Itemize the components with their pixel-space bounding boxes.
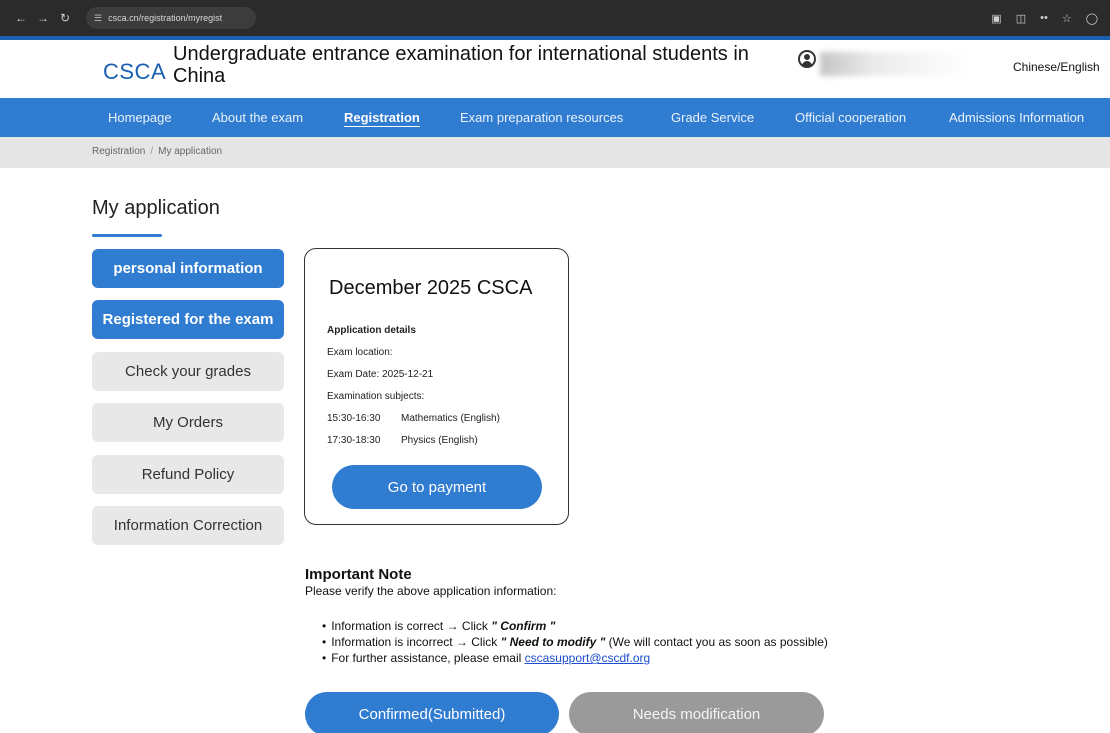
- details-header: Application details: [327, 325, 416, 336]
- nav-item-registration[interactable]: Registration: [344, 98, 420, 137]
- side-menu-personal-information[interactable]: personal information: [92, 249, 284, 288]
- subject-row: 15:30-16:30 Mathematics (English): [327, 408, 500, 430]
- note-list: Information is correct → Click " Confirm…: [322, 618, 828, 666]
- card-title: December 2025 CSCA: [329, 277, 533, 299]
- main-nav: Homepage About the exam Registration Exa…: [0, 98, 1110, 137]
- site-info-icon[interactable]: ☰: [94, 13, 102, 24]
- note-action: " Need to modify ": [500, 635, 606, 649]
- browser-toolbar: ← → ↻ ☰ csca.cn/registration/myregist ▣ …: [0, 0, 1110, 36]
- extension-icon[interactable]: ◫: [1016, 12, 1026, 25]
- note-text: Information is correct → Click: [331, 619, 492, 633]
- subject-name: Physics (English): [401, 435, 478, 446]
- subject-name: Mathematics (English): [401, 413, 500, 424]
- translate-icon[interactable]: ▣: [991, 12, 1001, 25]
- blurred-user-name: [820, 52, 970, 76]
- note-text: Information is incorrect → Click: [331, 635, 501, 649]
- note-text: (We will contact you as soon as possible…: [605, 635, 828, 649]
- address-bar[interactable]: ☰ csca.cn/registration/myregist: [86, 7, 256, 29]
- breadcrumb: Registration / My application: [92, 146, 222, 157]
- note-text: For further assistance, please email: [331, 651, 525, 665]
- profile-icon[interactable]: ◯: [1086, 12, 1098, 25]
- bookmark-star-icon[interactable]: ☆: [1062, 12, 1072, 25]
- list-item: Information is incorrect → Click " Need …: [322, 634, 828, 650]
- subject-time: 17:30-18:30: [327, 435, 381, 446]
- forward-arrow-icon[interactable]: →: [32, 11, 54, 25]
- site-title: Undergraduate entrance examination for i…: [173, 43, 749, 87]
- exam-location: Exam location:: [327, 347, 393, 358]
- page-title: My application: [92, 197, 220, 219]
- nav-item-about-exam[interactable]: About the exam: [212, 98, 303, 137]
- exam-date: Exam Date: 2025-12-21: [327, 369, 434, 380]
- list-item: For further assistance, please email csc…: [322, 650, 828, 666]
- site-header: CSCA Undergraduate entrance examination …: [0, 40, 1110, 98]
- site-logo[interactable]: CSCA: [103, 59, 166, 85]
- nav-item-official-cooperation[interactable]: Official cooperation: [795, 98, 906, 137]
- breadcrumb-separator: /: [150, 146, 154, 157]
- list-item: Information is correct → Click " Confirm…: [322, 618, 828, 634]
- language-toggle[interactable]: Chinese/English: [1013, 60, 1100, 74]
- reload-icon[interactable]: ↻: [54, 11, 76, 25]
- nav-item-homepage[interactable]: Homepage: [108, 98, 172, 137]
- needs-modification-button[interactable]: Needs modification: [569, 692, 824, 733]
- confirm-button[interactable]: Confirmed(Submitted): [305, 692, 559, 733]
- application-card: December 2025 CSCA Application details E…: [304, 248, 569, 525]
- note-title: Important Note: [305, 566, 412, 583]
- title-underline: [92, 234, 162, 237]
- breadcrumb-parent[interactable]: Registration: [92, 146, 145, 157]
- browser-extensions: ▣ ◫ •• ☆ ◯: [991, 0, 1098, 36]
- note-action: " Confirm ": [491, 619, 556, 633]
- nav-item-grade-service[interactable]: Grade Service: [671, 98, 754, 137]
- breadcrumb-current: My application: [158, 146, 223, 157]
- password-icon[interactable]: ••: [1040, 12, 1048, 24]
- nav-item-admissions[interactable]: Admissions Information: [949, 98, 1084, 137]
- side-menu-registered-exam[interactable]: Registered for the exam: [92, 300, 284, 339]
- subjects-header: Examination subjects:: [327, 391, 425, 402]
- side-menu-my-orders[interactable]: My Orders: [92, 403, 284, 442]
- back-arrow-icon[interactable]: ←: [10, 11, 32, 25]
- side-menu-refund-policy[interactable]: Refund Policy: [92, 455, 284, 494]
- side-menu-information-correction[interactable]: Information Correction: [92, 506, 284, 545]
- note-subtitle: Please verify the above application info…: [305, 584, 557, 598]
- go-to-payment-button[interactable]: Go to payment: [332, 465, 542, 509]
- application-details: Application details Exam location: Exam …: [327, 320, 500, 452]
- breadcrumb-bar: Registration / My application: [0, 137, 1110, 168]
- subject-row: 17:30-18:30 Physics (English): [327, 430, 500, 452]
- support-email-link[interactable]: cscasupport@cscdf.org: [525, 651, 651, 665]
- url-text: csca.cn/registration/myregist: [108, 13, 223, 23]
- user-avatar-icon[interactable]: [798, 50, 816, 68]
- nav-item-exam-prep[interactable]: Exam preparation resources: [460, 98, 623, 137]
- side-menu-check-grades[interactable]: Check your grades: [92, 352, 284, 391]
- subject-time: 15:30-16:30: [327, 413, 381, 424]
